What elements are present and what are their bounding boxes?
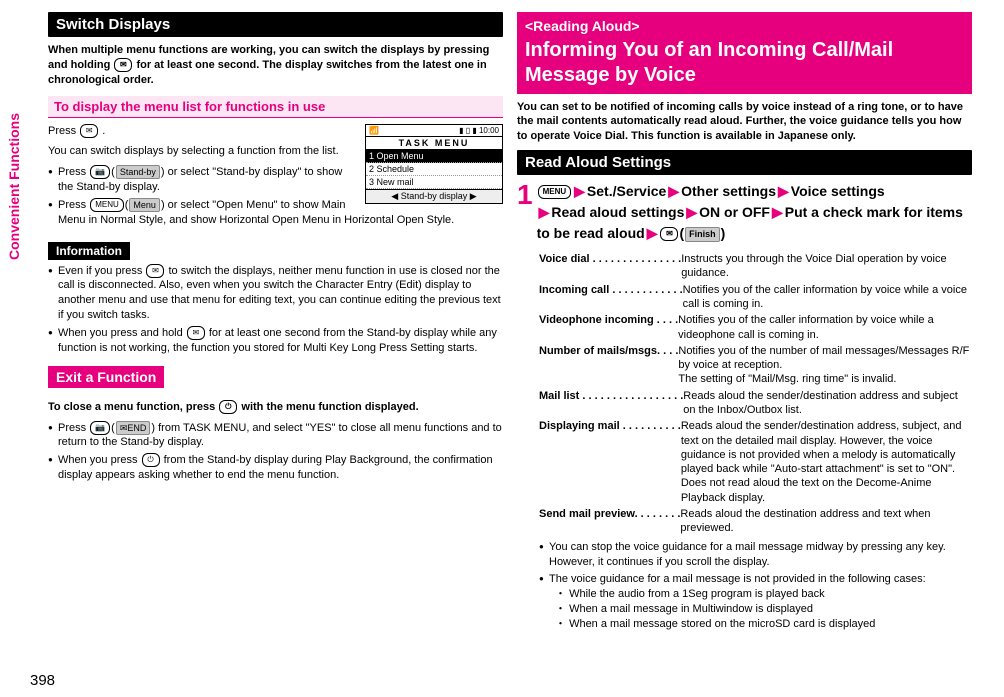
navigation-path: MENU▶Set./Service▶Other settings▶Voice s…: [537, 181, 972, 244]
heading-reading-aloud: <Reading Aloud> Informing You of an Inco…: [517, 12, 972, 94]
setting-label: Mail list . . . . . . . . . . . . . . . …: [539, 389, 683, 418]
nav-voice-settings: Voice settings: [791, 183, 885, 199]
triangle-icon: ▶: [686, 204, 697, 220]
reading-aloud-intro: You can set to be notified of incoming c…: [517, 100, 972, 145]
intro-paragraph: When multiple menu functions are working…: [48, 43, 503, 88]
triangle-icon: ▶: [778, 183, 789, 199]
setting-row: Number of mails/msgs. . . .Notifies you …: [539, 344, 972, 387]
camera-key-icon: 📷: [90, 421, 110, 435]
section-tab: Convenient Functions: [6, 113, 22, 260]
nav-other-settings: Other settings: [681, 183, 776, 199]
case-multiwindow: When a mail message in Multiwindow is di…: [569, 603, 813, 615]
info-bullet-1: Even if you press ✉ to switch the displa…: [48, 264, 503, 323]
triangle-icon: ▶: [668, 183, 679, 199]
nav-on-off: ON or OFF: [699, 204, 770, 220]
triangle-icon: ▶: [647, 225, 658, 241]
mail-key-icon: ✉: [80, 124, 98, 138]
exit-bullet-1: Press 📷(✉END) from TASK MENU, and select…: [48, 421, 503, 451]
menu-softkey: Menu: [129, 198, 160, 212]
setting-description: Reads aloud the sender/destination addre…: [681, 419, 972, 505]
t: When you press: [58, 454, 141, 466]
info-bullet-2: When you press and hold ✉ for at least o…: [48, 326, 503, 356]
triangle-icon: ▶: [772, 204, 783, 220]
mail-key-icon: ✉: [114, 58, 132, 72]
setting-row: Mail list . . . . . . . . . . . . . . . …: [539, 389, 972, 418]
clock-text: ▮ ▯ ▮ 10:00: [459, 126, 499, 135]
heading-switch-displays: Switch Displays: [48, 12, 503, 37]
note-stop-guidance: You can stop the voice guidance for a ma…: [539, 540, 972, 570]
nav-set-service: Set./Service: [587, 183, 666, 199]
nav-read-aloud: Read aloud settings: [551, 204, 684, 220]
t: To close a menu function, press: [48, 401, 218, 413]
screenshot-title: TASK MENU: [366, 137, 502, 150]
setting-description: Notifies you of the number of mail messa…: [678, 344, 972, 387]
end-softkey: ✉END: [116, 421, 151, 435]
setting-description: Notifies you of the caller information b…: [683, 283, 972, 312]
mail-key-icon: ✉: [660, 227, 678, 241]
menu-key-icon: MENU: [90, 198, 124, 212]
t: Press: [58, 166, 89, 178]
mail-key-icon: ✉: [187, 326, 205, 340]
camera-key-icon: 📷: [90, 165, 110, 179]
menu-key-icon: MENU: [538, 185, 572, 199]
bullet-standby: Press 📷(Stand-by) or select "Stand-by di…: [48, 165, 503, 195]
mail-key-icon: ✉: [146, 264, 164, 278]
heading-read-aloud-settings: Read Aloud Settings: [517, 150, 972, 175]
setting-row: Videophone incoming . . . .Notifies you …: [539, 313, 972, 342]
setting-description: Reads aloud the destination address and …: [680, 507, 972, 536]
setting-row: Send mail preview. . . . . . . .Reads al…: [539, 507, 972, 536]
left-column: Switch Displays When multiple menu funct…: [48, 12, 503, 636]
press-text: Press: [48, 125, 79, 137]
page-number: 398: [30, 672, 55, 689]
signal-icon: 📶: [369, 126, 379, 135]
t: Press: [58, 422, 89, 434]
t: Even if you press: [58, 265, 145, 277]
exit-bullet-2: When you press ⏻ from the Stand-by displ…: [48, 453, 503, 483]
bullet-open-menu: Press MENU(Menu) or select "Open Menu" t…: [48, 198, 503, 228]
case-microsd: When a mail message stored on the microS…: [569, 618, 875, 630]
heading-exit-function: Exit a Function: [48, 366, 164, 388]
triangle-icon: ▶: [574, 183, 585, 199]
standby-softkey: Stand-by: [116, 165, 160, 179]
heading-tag: <Reading Aloud>: [525, 18, 964, 36]
heading-title: Informing You of an Incoming Call/Mail M…: [525, 39, 893, 86]
power-key-icon: ⏻: [219, 400, 237, 414]
setting-row: Voice dial . . . . . . . . . . . . . . .…: [539, 252, 972, 281]
setting-label: Displaying mail . . . . . . . . . .: [539, 419, 681, 505]
setting-label: Videophone incoming . . . .: [539, 313, 678, 342]
press-period: .: [102, 125, 105, 137]
step-number: 1: [517, 181, 533, 209]
setting-description: Reads aloud the sender/destination addre…: [683, 389, 972, 418]
t: with the menu function displayed.: [241, 401, 418, 413]
right-column: <Reading Aloud> Informing You of an Inco…: [517, 12, 972, 636]
note-not-provided: The voice guidance for a mail message is…: [539, 572, 972, 631]
information-label: Information: [48, 242, 130, 260]
setting-row: Displaying mail . . . . . . . . . .Reads…: [539, 419, 972, 505]
triangle-icon: ▶: [539, 204, 550, 220]
case-1seg: While the audio from a 1Seg program is p…: [569, 588, 825, 600]
finish-softkey: Finish: [685, 227, 720, 243]
setting-label: Incoming call . . . . . . . . . . . .: [539, 283, 683, 312]
subheading-display-menu-list: To display the menu list for functions i…: [48, 96, 503, 118]
setting-label: Send mail preview. . . . . . . .: [539, 507, 680, 536]
t: Press: [58, 199, 89, 211]
t: The voice guidance for a mail message is…: [549, 573, 926, 585]
power-key-icon: ⏻: [142, 453, 160, 467]
setting-description: Notifies you of the caller information b…: [678, 313, 972, 342]
screenshot-item-1: 1 Open Menu: [366, 150, 502, 163]
setting-description: Instructs you through the Voice Dial ope…: [681, 252, 972, 281]
exit-main-line: To close a menu function, press ⏻ with t…: [48, 400, 503, 415]
setting-label: Voice dial . . . . . . . . . . . . . . .: [539, 252, 681, 281]
setting-label: Number of mails/msgs. . . .: [539, 344, 678, 387]
setting-row: Incoming call . . . . . . . . . . . .Not…: [539, 283, 972, 312]
t: When you press and hold: [58, 327, 186, 339]
